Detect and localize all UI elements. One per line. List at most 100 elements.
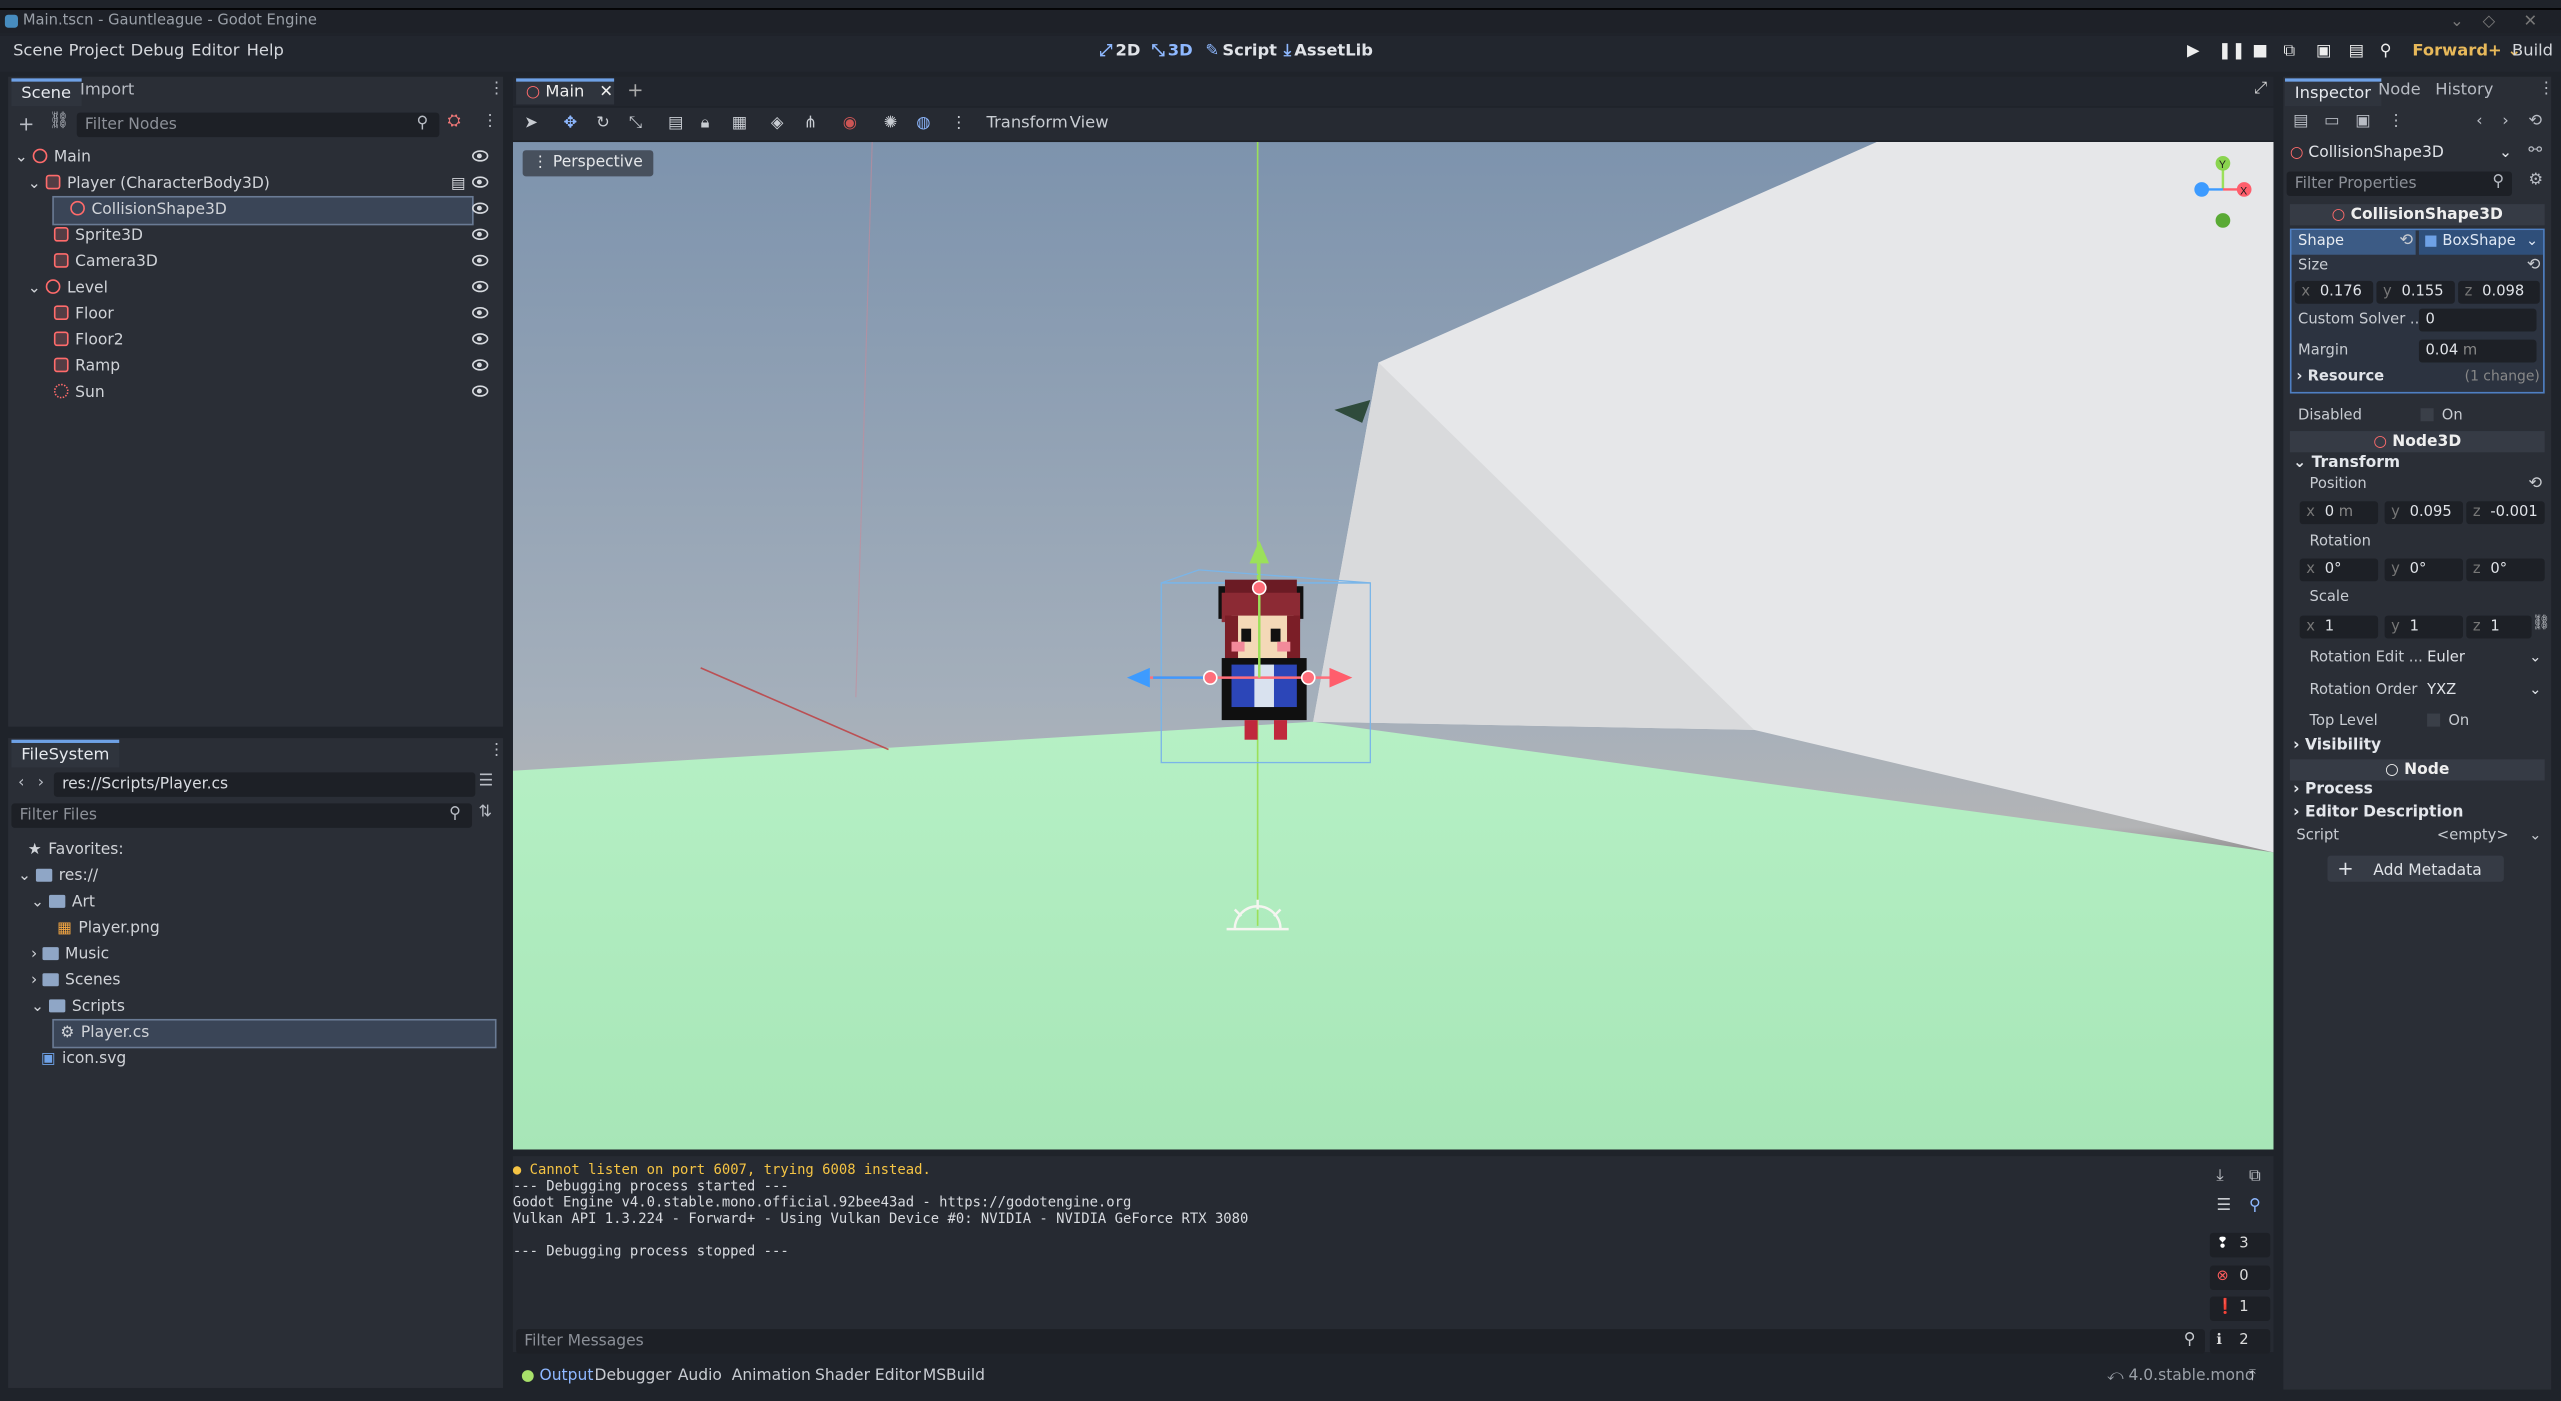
fs-scenes[interactable]: › Scenes: [31, 968, 120, 994]
tree-node-camera3d[interactable]: Camera3D: [8, 250, 498, 276]
tree-node-sun[interactable]: Sun: [8, 380, 498, 406]
visibility-eye-icon[interactable]: [472, 228, 489, 241]
local-space-icon[interactable]: ◈: [771, 114, 784, 132]
fs-player-cs[interactable]: ⚙ Player.cs: [52, 1018, 497, 1049]
editor-description-section[interactable]: › Editor Description: [2293, 803, 2463, 821]
remote-debug-icon[interactable]: ⧉: [2283, 42, 2295, 60]
object-history-icon[interactable]: ⟲: [2528, 113, 2542, 131]
copy-icon[interactable]: ⧉: [2249, 1168, 2261, 1186]
size-y-field[interactable]: y 0.155: [2376, 280, 2455, 304]
gizmo-handle-left[interactable]: [1202, 670, 1218, 686]
rotation-x-field[interactable]: x 0°: [2299, 558, 2379, 582]
search-icon[interactable]: ⚲: [2249, 1197, 2261, 1215]
script-attached-icon[interactable]: ▤: [451, 171, 466, 197]
fs-music[interactable]: › Music: [31, 942, 109, 968]
toggle-split-icon[interactable]: ☰: [479, 772, 494, 790]
resource-options-icon[interactable]: ⋮: [2388, 113, 2404, 131]
tab-audio[interactable]: Audio: [678, 1367, 722, 1385]
transform-section[interactable]: ⌄ Transform: [2293, 454, 2400, 472]
tree-node-player[interactable]: ⌄ Player (CharacterBody3D) ▤: [8, 171, 498, 197]
tab-node[interactable]: Node: [2378, 82, 2421, 100]
tree-node-ramp[interactable]: Ramp: [8, 354, 498, 380]
forward-icon[interactable]: ›: [38, 774, 45, 792]
open-resource-icon[interactable]: ▭: [2324, 113, 2339, 131]
script-dropdown[interactable]: <empty> ⌄: [2437, 828, 2545, 844]
scale-z-field[interactable]: z1: [2466, 615, 2532, 639]
revert-icon[interactable]: ⟲: [2399, 232, 2413, 250]
resource-section[interactable]: › Resource: [2296, 369, 2384, 385]
visibility-eye-icon[interactable]: [472, 150, 489, 162]
tab-msbuild[interactable]: MSBuild: [923, 1367, 985, 1385]
fs-icon-svg[interactable]: ▣ icon.svg: [41, 1047, 126, 1073]
preview-sun-icon[interactable]: ◉: [843, 114, 857, 132]
visibility-eye-icon[interactable]: [472, 333, 489, 345]
add-metadata-button[interactable]: + Add Metadata: [2327, 855, 2504, 882]
rotation-edit-dropdown[interactable]: Euler ⌄: [2427, 650, 2545, 666]
scene-options-icon[interactable]: ⋮: [482, 113, 498, 131]
link-icon[interactable]: ⛓: [49, 113, 70, 131]
list-select-icon[interactable]: ▤: [668, 114, 683, 132]
shape-resource-dropdown[interactable]: ■ BoxShape ⌄: [2418, 230, 2544, 255]
position-z-field[interactable]: z -0.001: [2466, 501, 2545, 525]
new-resource-icon[interactable]: ▤: [2293, 113, 2308, 131]
renderer-selector[interactable]: Forward+ ⌄: [2412, 42, 2521, 60]
menu-help[interactable]: Help: [247, 42, 284, 60]
position-x-field[interactable]: x0 m: [2299, 501, 2379, 525]
add-scene-tab-icon[interactable]: +: [627, 78, 643, 101]
close-tab-icon[interactable]: ✕: [599, 83, 613, 101]
stop-icon[interactable]: ■: [2252, 42, 2267, 60]
tab-scene[interactable]: Scene: [11, 78, 81, 107]
3d-viewport[interactable]: ⋮ Perspective Y X: [512, 142, 2274, 1150]
tree-node-level[interactable]: ⌄ Level: [8, 276, 498, 302]
path-field[interactable]: res://Scripts/Player.cs: [53, 772, 476, 797]
filter-files-input[interactable]: Filter Files: [11, 803, 473, 828]
dock-menu-icon[interactable]: ⋮: [488, 80, 504, 98]
tree-node-floor2[interactable]: Floor2: [8, 328, 498, 354]
move-tool-icon[interactable]: ✥: [563, 114, 577, 132]
visibility-section[interactable]: › Visibility: [2293, 736, 2381, 754]
minimize-icon[interactable]: ⌄: [2450, 10, 2464, 34]
perspective-menu[interactable]: ⋮ Perspective: [522, 150, 653, 177]
tree-node-main[interactable]: ⌄ Main: [8, 145, 498, 171]
scene-tab-main[interactable]: ○ Main ✕: [516, 78, 615, 105]
property-options-icon[interactable]: ⚙: [2528, 171, 2543, 189]
more-options-icon[interactable]: ⋮: [951, 114, 967, 132]
open-docs-icon[interactable]: ⚯: [2528, 142, 2542, 160]
close-window-icon[interactable]: ✕: [2523, 10, 2537, 34]
position-y-field[interactable]: y 0.095: [2384, 501, 2464, 525]
back-icon[interactable]: ‹: [18, 774, 25, 792]
distraction-free-icon[interactable]: ⤢: [2254, 80, 2267, 98]
visibility-eye-icon[interactable]: [472, 202, 489, 214]
process-section[interactable]: › Process: [2293, 781, 2373, 799]
scale-tool-icon[interactable]: ⤡: [629, 114, 642, 132]
expand-panel-icon[interactable]: ⤒: [2249, 1367, 2256, 1385]
rotation-z-field[interactable]: z 0°: [2466, 558, 2545, 582]
fs-res[interactable]: ⌄ res://: [18, 864, 98, 890]
tab-debugger[interactable]: Debugger: [595, 1367, 672, 1385]
movie-maker-icon[interactable]: ▣: [2316, 42, 2331, 60]
clear-icon[interactable]: ☰: [2216, 1197, 2231, 1215]
top-level-checkbox[interactable]: On: [2427, 713, 2469, 730]
disabled-checkbox[interactable]: On: [2420, 408, 2463, 425]
workspace-2d-tab[interactable]: ⤢ 2D: [1099, 42, 1140, 60]
object-selector[interactable]: ○ CollisionShape3D ⌄: [2290, 142, 2512, 165]
tab-history[interactable]: History: [2435, 82, 2493, 100]
build-button[interactable]: Build: [2512, 42, 2553, 60]
visibility-eye-icon[interactable]: [472, 385, 489, 397]
tree-node-collisionshape3d[interactable]: CollisionShape3D: [8, 195, 498, 226]
visibility-eye-icon[interactable]: [472, 280, 489, 293]
visibility-eye-icon[interactable]: [472, 176, 489, 188]
orientation-gizmo[interactable]: Y X: [2192, 155, 2257, 237]
gizmo-handle-right[interactable]: [1300, 670, 1316, 686]
workspace-assetlib-tab[interactable]: ⤓ AssetLib: [1284, 42, 1373, 60]
filter-warnings-badge[interactable]: ❗ 1: [2209, 1296, 2271, 1322]
tab-output[interactable]: ● Output: [521, 1367, 593, 1385]
workspace-3d-tab[interactable]: ⤡ 3D: [1151, 42, 1192, 60]
group-icon[interactable]: ▦: [732, 114, 747, 132]
fs-favorites[interactable]: ★ Favorites:: [28, 838, 124, 864]
filter-nodes-input[interactable]: Filter Nodes: [76, 112, 440, 138]
filter-errors-badge[interactable]: ⊗ 0: [2209, 1265, 2271, 1290]
fs-player-png[interactable]: ▦ Player.png: [57, 916, 160, 942]
filter-messages-input[interactable]: Filter Messages: [516, 1329, 2205, 1354]
menu-scene[interactable]: Scene: [13, 42, 63, 60]
